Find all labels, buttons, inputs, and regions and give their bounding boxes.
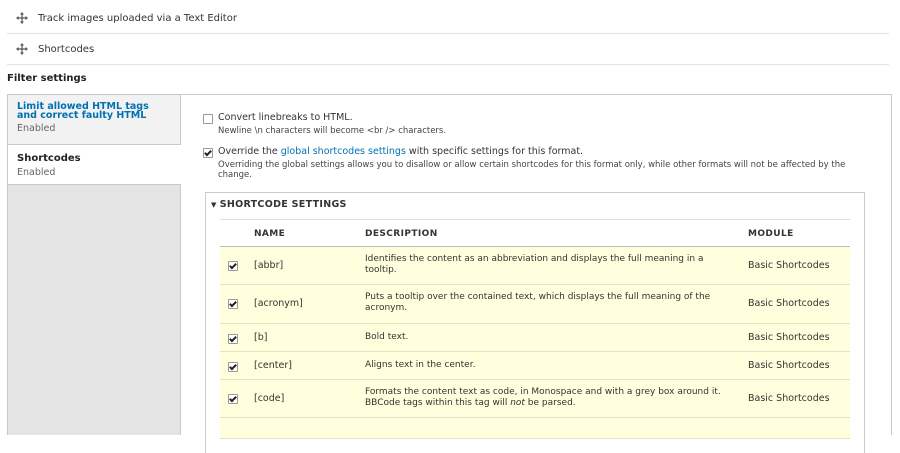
table-header: NAME DESCRIPTION MODULE <box>220 219 850 247</box>
shortcode-module: Basic Shortcodes <box>748 393 830 404</box>
table-row: [acronym] Puts a tooltip over the contai… <box>220 285 850 324</box>
vertical-tabs: Limit allowed HTML tags and correct faul… <box>7 94 892 453</box>
shortcode-module: Basic Shortcodes <box>748 298 830 309</box>
shortcode-description: Identifies the content as an abbreviatio… <box>365 254 704 275</box>
vertical-tab-pane: Convert linebreaks to HTML. Newline \n c… <box>203 95 891 453</box>
shortcode-enable-checkbox[interactable] <box>228 261 238 271</box>
description-text-end: be parsed. <box>524 398 576 408</box>
vertical-tab-title[interactable]: Shortcodes <box>17 153 172 164</box>
filter-order-label: Shortcodes <box>38 43 95 55</box>
collapse-triangle-icon: ▼ <box>211 201 217 209</box>
shortcode-name: [code] <box>254 393 285 404</box>
filter-order-row-shortcodes: Shortcodes <box>7 34 889 65</box>
shortcode-enable-checkbox[interactable] <box>228 362 238 372</box>
linebreaks-option: Convert linebreaks to HTML. Newline \n c… <box>203 112 446 136</box>
shortcode-name: [center] <box>254 360 292 371</box>
table-row-partial <box>220 418 850 439</box>
table-row: [b] Bold text. Basic Shortcodes <box>220 324 850 352</box>
shortcode-table: NAME DESCRIPTION MODULE [abbr] Identifie… <box>220 219 850 439</box>
filter-order-label: Track images uploaded via a Text Editor <box>38 12 237 24</box>
override-label: Override the global shortcodes settings … <box>218 146 863 157</box>
override-label-text-end: with specific settings for this format. <box>405 146 584 157</box>
table-row: [abbr] Identifies the content as an abbr… <box>220 247 850 285</box>
shortcode-description: Aligns text in the center. <box>365 360 476 370</box>
move-handle-icon[interactable] <box>16 43 28 55</box>
shortcode-name: [abbr] <box>254 260 284 271</box>
linebreaks-label: Convert linebreaks to HTML. <box>218 112 353 123</box>
linebreaks-description: Newline \n characters will become <br />… <box>218 126 447 136</box>
vertical-tab-title[interactable]: Limit allowed HTML tags and correct faul… <box>17 102 171 121</box>
vertical-tab-limit-html[interactable]: Limit allowed HTML tags and correct faul… <box>8 95 180 145</box>
table-row: [code] Formats the content text as code,… <box>220 380 850 418</box>
override-description: Overriding the global settings allows yo… <box>218 160 846 180</box>
shortcode-name: [acronym] <box>254 298 303 309</box>
shortcode-description: Formats the content text as code, in Mon… <box>365 387 725 409</box>
column-header-module: MODULE <box>748 229 794 239</box>
override-option: Override the global shortcodes settings … <box>203 146 863 180</box>
shortcode-description: Puts a tooltip over the contained text, … <box>365 292 711 313</box>
shortcode-enable-checkbox[interactable] <box>228 299 238 309</box>
shortcode-description: Bold text. <box>365 332 409 342</box>
table-row: [center] Aligns text in the center. Basi… <box>220 352 850 380</box>
shortcode-enable-checkbox[interactable] <box>228 394 238 404</box>
vertical-tab-shortcodes[interactable]: Shortcodes Enabled <box>8 145 181 185</box>
filter-settings-heading: Filter settings <box>7 73 87 84</box>
vertical-tab-list: Limit allowed HTML tags and correct faul… <box>8 95 181 435</box>
move-handle-icon[interactable] <box>16 12 28 24</box>
description-emphasis: not <box>510 398 525 408</box>
shortcode-settings-details: ▼ SHORTCODE SETTINGS NAME DESCRIPTION MOD… <box>205 192 865 453</box>
column-header-description: DESCRIPTION <box>365 229 438 239</box>
vertical-tab-summary: Enabled <box>17 167 56 178</box>
override-checkbox[interactable] <box>203 148 213 158</box>
shortcode-enable-checkbox[interactable] <box>228 334 238 344</box>
shortcode-module: Basic Shortcodes <box>748 360 830 371</box>
column-header-name: NAME <box>254 229 286 239</box>
shortcode-module: Basic Shortcodes <box>748 260 830 271</box>
shortcode-name: [b] <box>254 332 268 343</box>
shortcode-settings-summary[interactable]: ▼ SHORTCODE SETTINGS <box>211 199 347 210</box>
filter-order-row-track-images: Track images uploaded via a Text Editor <box>7 3 889 34</box>
vertical-tab-summary: Enabled <box>17 123 56 134</box>
linebreaks-checkbox[interactable] <box>203 114 213 124</box>
shortcode-module: Basic Shortcodes <box>748 332 830 343</box>
shortcode-settings-summary-label: SHORTCODE SETTINGS <box>219 199 347 210</box>
override-label-text: Override the <box>218 146 281 157</box>
global-shortcodes-settings-link[interactable]: global shortcodes settings <box>281 146 406 157</box>
